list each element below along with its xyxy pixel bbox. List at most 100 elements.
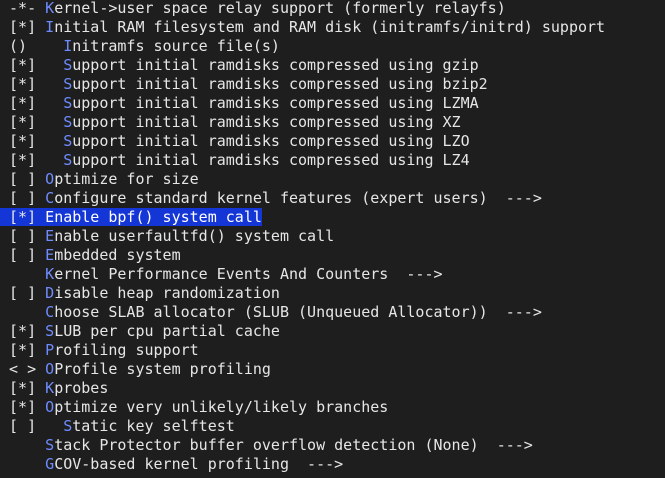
item-label: hoose SLAB allocator (SLUB (Unqueued All…: [54, 303, 542, 321]
item-label: nitial RAM filesystem and RAM disk (init…: [54, 18, 606, 36]
item-status-marker: -*-: [0, 0, 46, 17]
item-label: nable userfaultfd() system call: [54, 227, 335, 245]
menu-item[interactable]: [*] Profiling support: [0, 341, 199, 360]
item-label: ernel Performance Events And Counters --…: [54, 265, 443, 283]
item-label: onfigure standard kernel features (exper…: [54, 189, 542, 207]
item-hotkey: O: [45, 398, 55, 416]
item-status-marker: [*]: [0, 379, 46, 397]
item-hotkey: S: [63, 113, 73, 131]
menu-item[interactable]: [*] SLUB per cpu partial cache: [0, 322, 280, 341]
item-label: nitramfs source file(s): [72, 37, 280, 55]
item-indent: [45, 151, 63, 169]
menu-item[interactable]: [ ] Disable heap randomization: [0, 284, 280, 303]
item-indent: [45, 132, 63, 150]
item-label: ernel->user space relay support (formerl…: [54, 0, 506, 17]
item-text: [*] Enable bpf() system call: [0, 208, 262, 226]
item-status-marker: [0, 436, 45, 454]
menu-item[interactable]: GCOV-based kernel profiling --->: [0, 455, 343, 474]
item-hotkey: E: [45, 246, 55, 264]
item-indent: [45, 75, 63, 93]
item-hotkey: S: [63, 75, 73, 93]
item-label: upport initial ramdisks compressed using…: [72, 75, 488, 93]
item-status-marker: [*]: [0, 94, 46, 112]
item-status-marker: [*]: [0, 398, 46, 416]
item-hotkey: S: [45, 322, 55, 340]
item-hotkey: S: [63, 151, 73, 169]
item-status-marker: [ ]: [0, 227, 46, 245]
item-indent: [45, 417, 63, 435]
item-label: mbedded system: [54, 246, 181, 264]
item-label: nable bpf() system call: [54, 208, 262, 226]
item-indent: [45, 113, 63, 131]
menu-item[interactable]: [ ] Optimize for size: [0, 170, 199, 189]
menu-item[interactable]: Choose SLAB allocator (SLUB (Unqueued Al…: [0, 303, 542, 322]
item-hotkey: G: [45, 455, 55, 473]
item-label: tack Protector buffer overflow detection…: [54, 436, 533, 454]
item-hotkey: I: [63, 37, 73, 55]
menu-item[interactable]: [ ] Static key selftest: [0, 417, 235, 436]
item-status-marker: [ ]: [0, 189, 46, 207]
menu-item[interactable]: [*] Support initial ramdisks compressed …: [0, 94, 479, 113]
item-label: upport initial ramdisks compressed using…: [72, 56, 479, 74]
menu-item[interactable]: < > OProfile system profiling: [0, 360, 271, 379]
item-hotkey: E: [45, 208, 55, 226]
menu-item[interactable]: [*] Support initial ramdisks compressed …: [0, 113, 461, 132]
item-label: Profile system profiling: [54, 360, 271, 378]
menu-item[interactable]: [*] Support initial ramdisks compressed …: [0, 56, 479, 75]
item-hotkey: P: [45, 341, 55, 359]
item-status-marker: [0, 455, 45, 473]
item-label: tatic key selftest: [72, 417, 235, 435]
item-label: upport initial ramdisks compressed using…: [72, 132, 470, 150]
item-hotkey: S: [63, 56, 73, 74]
item-status-marker: [ ]: [0, 284, 46, 302]
item-label: isable heap randomization: [54, 284, 280, 302]
menu-item[interactable]: [*] Kprobes: [0, 379, 108, 398]
item-label: ptimize for size: [54, 170, 199, 188]
item-status-marker: [*]: [0, 113, 46, 131]
item-status-marker: [*]: [0, 322, 46, 340]
item-status-marker: [*]: [0, 18, 46, 36]
kconfig-menu: -*- Kernel->user space relay support (fo…: [0, 0, 665, 478]
item-status-marker: [0, 303, 45, 321]
menu-item[interactable]: [ ] Embedded system: [0, 246, 181, 265]
item-hotkey: D: [45, 284, 55, 302]
item-hotkey: S: [63, 132, 73, 150]
menu-item[interactable]: -*- Kernel->user space relay support (fo…: [0, 0, 506, 18]
item-hotkey: K: [45, 379, 55, 397]
item-label: COV-based kernel profiling --->: [54, 455, 344, 473]
item-status-marker: [*]: [0, 208, 46, 226]
item-status-marker: [*]: [0, 341, 46, 359]
item-label: LUB per cpu partial cache: [54, 322, 280, 340]
menu-item[interactable]: [*] Support initial ramdisks compressed …: [0, 132, 470, 151]
item-status-marker: [*]: [0, 151, 46, 169]
menu-item-selected[interactable]: [*] Enable bpf() system call: [0, 208, 262, 227]
item-hotkey: C: [45, 303, 55, 321]
menu-item[interactable]: [*] Support initial ramdisks compressed …: [0, 151, 470, 170]
item-hotkey: O: [45, 360, 55, 378]
item-status-marker: [*]: [0, 75, 46, 93]
item-hotkey: K: [45, 0, 55, 17]
item-indent: [45, 56, 63, 74]
item-status-marker: [ ]: [0, 170, 46, 188]
menu-item[interactable]: [ ] Enable userfaultfd() system call: [0, 227, 334, 246]
item-hotkey: K: [45, 265, 55, 283]
menu-item[interactable]: [*] Support initial ramdisks compressed …: [0, 75, 488, 94]
menu-item[interactable]: () Initramfs source file(s): [0, 37, 280, 56]
menu-item[interactable]: [ ] Configure standard kernel features (…: [0, 189, 542, 208]
item-label: rofiling support: [54, 341, 199, 359]
menu-item[interactable]: Kernel Performance Events And Counters -…: [0, 265, 443, 284]
item-status-marker: [ ]: [0, 417, 46, 435]
item-label: ptimize very unlikely/likely branches: [54, 398, 389, 416]
item-hotkey: I: [45, 18, 55, 36]
item-label: upport initial ramdisks compressed using…: [72, 151, 470, 169]
item-hotkey: S: [63, 417, 73, 435]
item-hotkey: O: [45, 170, 55, 188]
item-status-marker: < >: [0, 360, 46, 378]
menu-item[interactable]: Stack Protector buffer overflow detectio…: [0, 436, 533, 455]
item-status-marker: [*]: [0, 56, 46, 74]
item-label: upport initial ramdisks compressed using…: [72, 113, 461, 131]
item-hotkey: S: [45, 436, 55, 454]
menu-item[interactable]: [*] Initial RAM filesystem and RAM disk …: [0, 18, 605, 37]
item-status-marker: [ ]: [0, 246, 46, 264]
menu-item[interactable]: [*] Optimize very unlikely/likely branch…: [0, 398, 388, 417]
